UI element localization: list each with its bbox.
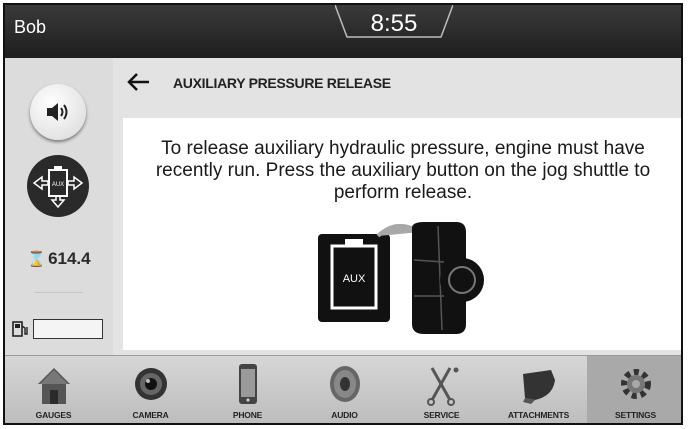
nav-label: GAUGES [35, 410, 72, 420]
back-arrow-icon[interactable] [125, 72, 151, 92]
clock-time: 8:55 [370, 10, 418, 37]
jog-shuttle-illustration: AUX [318, 222, 484, 334]
nav-phone[interactable]: PHONE [199, 356, 296, 423]
page-title: AUXILIARY PRESSURE RELEASE [173, 75, 391, 91]
aux-hydraulics-button[interactable]: AUX [27, 155, 89, 217]
instruction-card: To release auxiliary hydraulic pressure,… [123, 118, 681, 350]
nav-attachments[interactable]: ATTACHMENTS [490, 356, 587, 423]
instruction-message: To release auxiliary hydraulic pressure,… [155, 138, 651, 203]
left-status-panel: AUX ⌛ 614.4 [5, 58, 113, 355]
phone-icon [239, 364, 257, 404]
nav-service[interactable]: SERVICE [393, 356, 490, 423]
engine-hours-value: 614.4 [48, 249, 91, 268]
aux-label: AUX [343, 273, 366, 285]
gear-icon [621, 369, 651, 399]
nav-camera[interactable]: CAMERA [102, 356, 199, 423]
nav-label: CAMERA [132, 410, 169, 420]
nav-gauges[interactable]: GAUGES [5, 356, 102, 423]
top-bar: Bob 8:55 [5, 5, 681, 58]
svg-text:AUX: AUX [52, 182, 64, 188]
nav-label: SERVICE [423, 410, 460, 420]
fuel-level-bar [33, 319, 103, 339]
clock-tab: 8:55 [335, 5, 453, 39]
divider [35, 292, 83, 293]
main-content: AUXILIARY PRESSURE RELEASE To release au… [113, 58, 681, 355]
aux-hydraulics-icon: AUX [32, 166, 84, 208]
speaker-volume-icon [47, 103, 68, 121]
engine-hours: ⌛ 614.4 [13, 249, 105, 269]
home-icon [38, 368, 70, 404]
wrench-icon [427, 367, 459, 406]
nav-label: AUDIO [331, 410, 358, 420]
volume-button[interactable] [30, 84, 86, 140]
display-frame: Bob 8:55 AUX ⌛ 614.4 AUXILIARY PRESSURE … [3, 3, 683, 425]
fuel-pump-icon [12, 321, 28, 337]
camera-icon [135, 368, 167, 400]
nav-settings[interactable]: SETTINGS [587, 356, 681, 423]
nav-label: SETTINGS [615, 410, 656, 420]
nav-label: PHONE [232, 410, 263, 420]
bottom-navigation: GAUGES CAMERA PHONE AUDIO SERVICE ATTACH… [5, 355, 681, 423]
nav-audio[interactable]: AUDIO [296, 356, 393, 423]
hourglass-icon: ⌛ [27, 251, 47, 268]
speaker-icon [330, 366, 360, 402]
bucket-icon [523, 370, 555, 404]
nav-label: ATTACHMENTS [507, 410, 570, 420]
user-name[interactable]: Bob [14, 17, 46, 38]
